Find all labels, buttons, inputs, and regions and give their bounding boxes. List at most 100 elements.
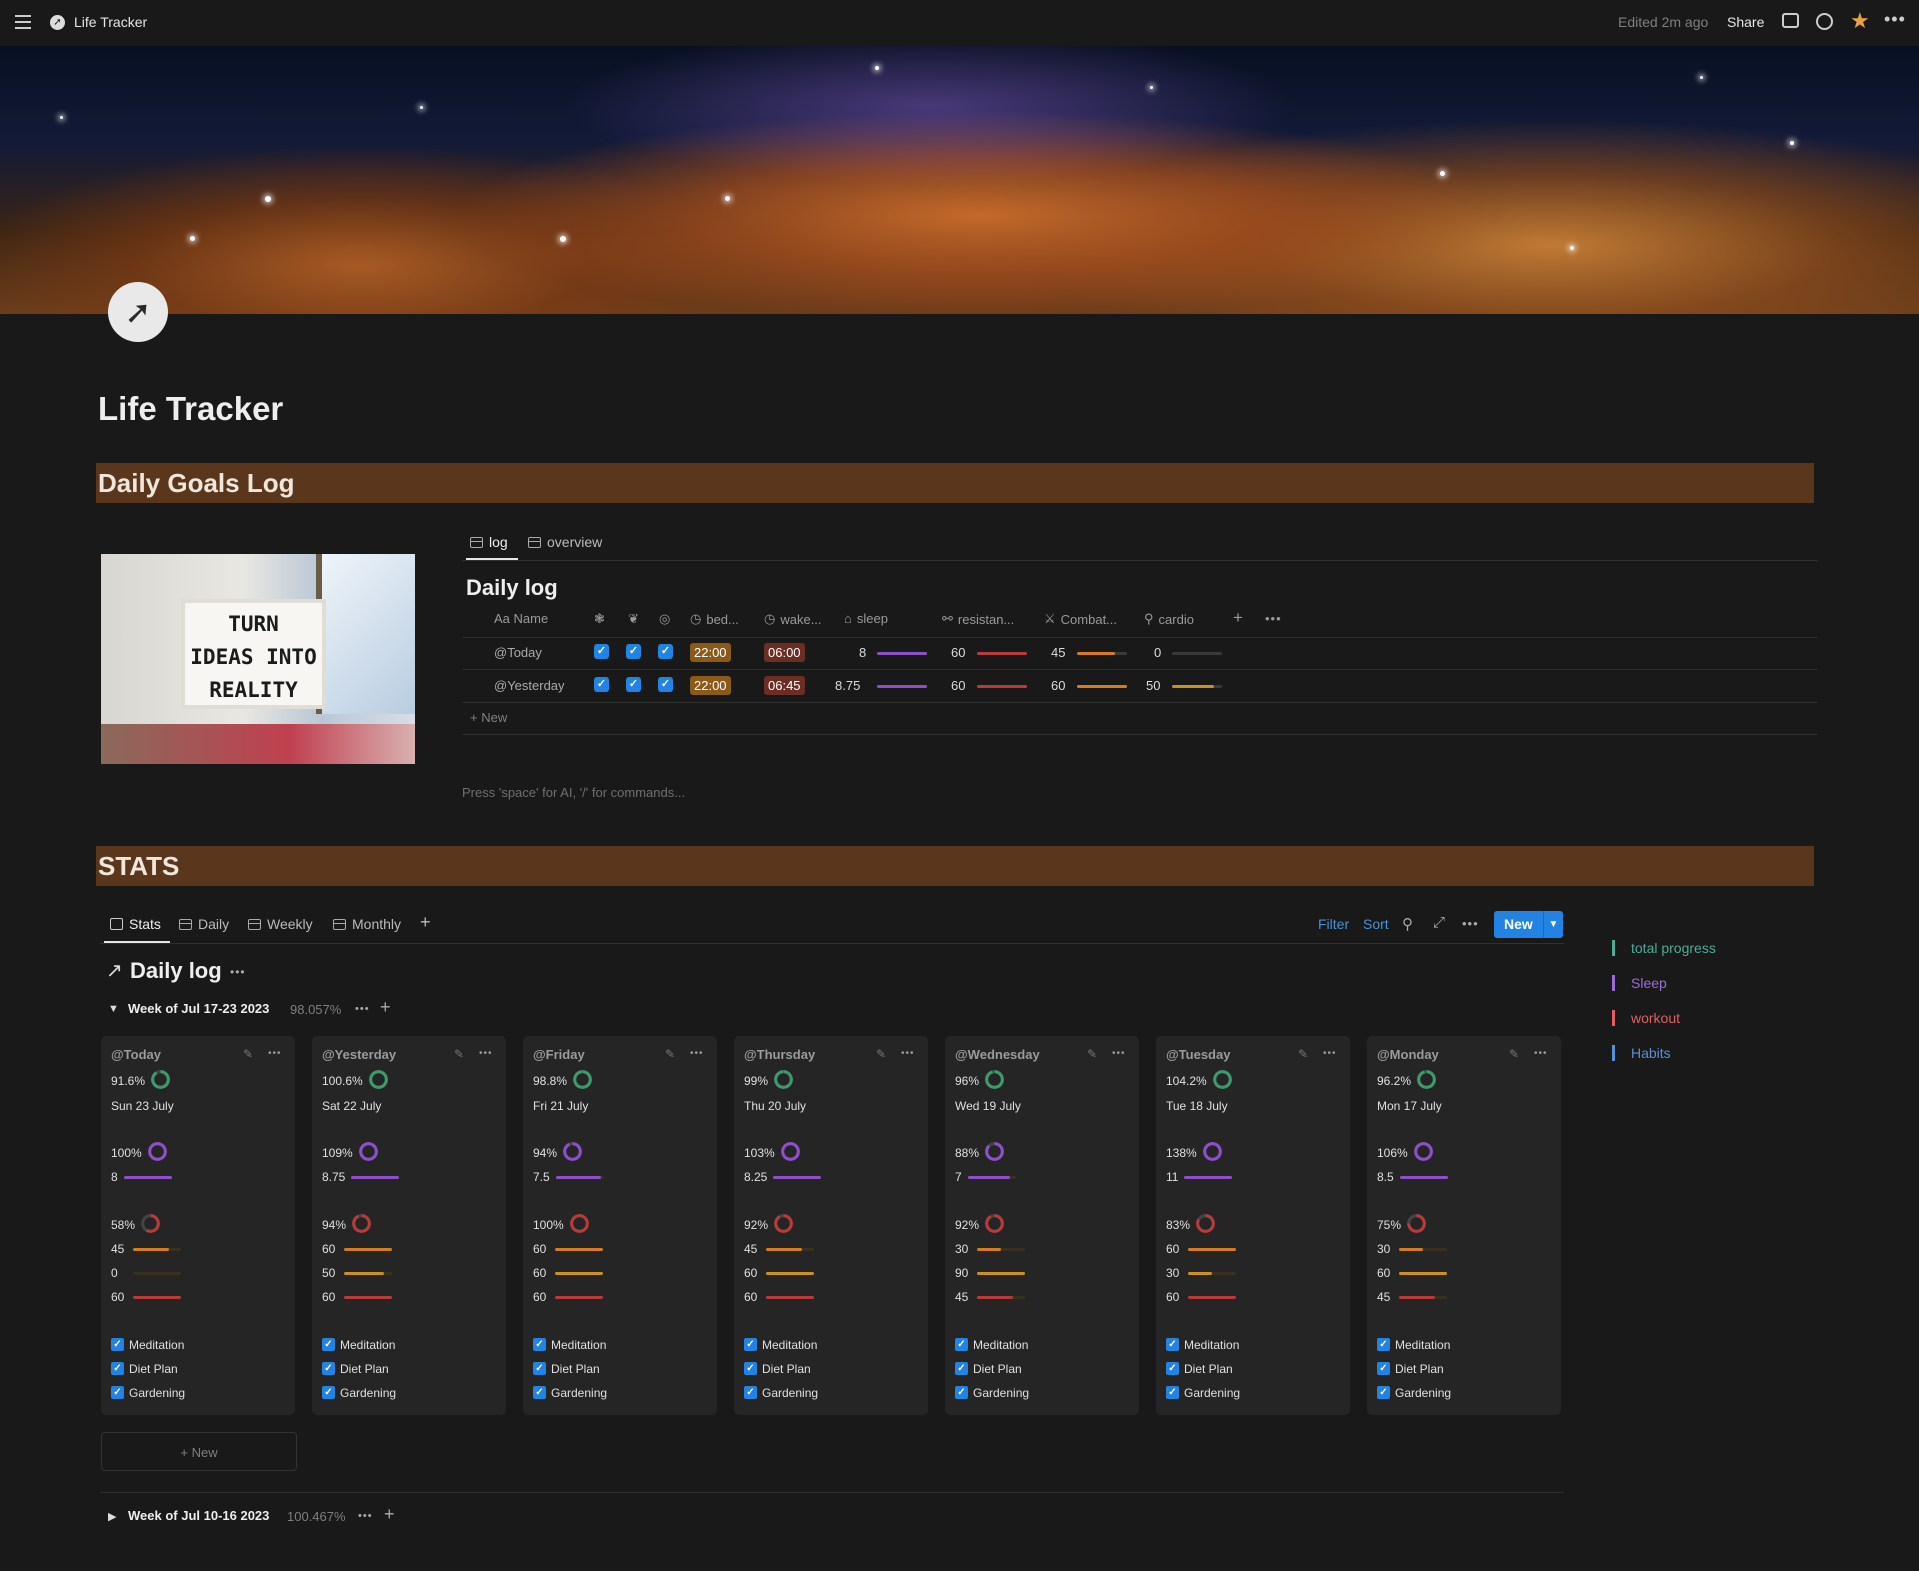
board-card[interactable]: @Friday ✎ ••• 98.8% Fri 21 July 94% 7.5 100% 60 6… bbox=[523, 1036, 717, 1415]
habit-checkbox[interactable]: ✓ bbox=[658, 677, 673, 692]
cardio-value[interactable]: 0 bbox=[1154, 645, 1161, 660]
habit-checkbox[interactable]: ✓ bbox=[955, 1362, 968, 1375]
more-options-icon[interactable]: ••• bbox=[1884, 9, 1906, 30]
board-card[interactable]: @Tuesday ✎ ••• 104.2% Tue 18 July 138% 11 83% 60… bbox=[1156, 1036, 1350, 1415]
daily-log-title[interactable]: Daily log bbox=[466, 575, 558, 601]
column-wake[interactable]: ◷ wake... bbox=[764, 611, 822, 627]
tab-weekly[interactable]: Weekly bbox=[248, 916, 313, 932]
habit-checkbox[interactable]: ✓ bbox=[1166, 1386, 1179, 1399]
edit-icon[interactable]: ✎ bbox=[454, 1047, 464, 1061]
column-cardio[interactable]: ⚲ cardio bbox=[1144, 611, 1194, 627]
habit-checkbox[interactable]: ✓ bbox=[626, 644, 641, 659]
week1-add-icon[interactable]: + bbox=[380, 997, 391, 1018]
edit-icon[interactable]: ✎ bbox=[1298, 1047, 1308, 1061]
card-title[interactable]: @Today bbox=[111, 1047, 161, 1062]
habit-checkbox[interactable]: ✓ bbox=[533, 1386, 546, 1399]
card-more-icon[interactable]: ••• bbox=[1323, 1048, 1337, 1059]
edit-icon[interactable]: ✎ bbox=[243, 1047, 253, 1061]
board-card[interactable]: @Today ✎ ••• 91.6% Sun 23 July 100% 8 58% 45 0 60 ✓… bbox=[101, 1036, 295, 1415]
habit-checkbox[interactable]: ✓ bbox=[594, 677, 609, 692]
card-more-icon[interactable]: ••• bbox=[1112, 1048, 1126, 1059]
habit-checkbox[interactable]: ✓ bbox=[533, 1338, 546, 1351]
week1-toggle-icon[interactable]: ▼ bbox=[108, 1003, 119, 1015]
cardio-value[interactable]: 50 bbox=[1146, 678, 1160, 693]
card-more-icon[interactable]: ••• bbox=[479, 1048, 493, 1059]
week1-label[interactable]: Week of Jul 17-23 2023 bbox=[128, 1001, 269, 1016]
tab-log[interactable]: log bbox=[470, 534, 508, 550]
command-hint[interactable]: Press 'space' for AI, '/' for commands..… bbox=[462, 785, 685, 800]
sort-button[interactable]: Sort bbox=[1363, 916, 1389, 932]
column-meditation-icon[interactable]: ❃ bbox=[594, 611, 605, 627]
toolbar-more-icon[interactable]: ••• bbox=[1462, 916, 1479, 931]
resistance-value[interactable]: 60 bbox=[951, 678, 965, 693]
habit-checkbox[interactable]: ✓ bbox=[744, 1362, 757, 1375]
habit-checkbox[interactable]: ✓ bbox=[594, 644, 609, 659]
habit-checkbox[interactable]: ✓ bbox=[955, 1386, 968, 1399]
resistance-value[interactable]: 60 bbox=[951, 645, 965, 660]
add-view-icon[interactable]: + bbox=[420, 912, 431, 933]
bedtime-value[interactable]: 22:00 bbox=[690, 643, 731, 662]
chevron-down-icon[interactable]: ▼ bbox=[1543, 911, 1563, 938]
column-diet-icon[interactable]: ❦ bbox=[628, 611, 639, 627]
habit-checkbox[interactable]: ✓ bbox=[322, 1362, 335, 1375]
page-icon[interactable]: ➚ bbox=[108, 282, 168, 342]
combat-value[interactable]: 60 bbox=[1051, 678, 1065, 693]
column-more-icon[interactable]: ••• bbox=[1265, 611, 1282, 626]
habit-checkbox[interactable]: ✓ bbox=[111, 1362, 124, 1375]
card-title[interactable]: @Wednesday bbox=[955, 1047, 1040, 1062]
wake-value[interactable]: 06:45 bbox=[764, 676, 805, 695]
tab-monthly[interactable]: Monthly bbox=[333, 916, 401, 932]
board-card[interactable]: @Thursday ✎ ••• 99% Thu 20 July 103% 8.25 92% 45… bbox=[734, 1036, 928, 1415]
habit-checkbox[interactable]: ✓ bbox=[744, 1386, 757, 1399]
tab-daily[interactable]: Daily bbox=[179, 916, 229, 932]
card-title[interactable]: @Yesterday bbox=[322, 1047, 396, 1062]
card-more-icon[interactable]: ••• bbox=[690, 1048, 704, 1059]
add-row-button[interactable]: + New bbox=[470, 710, 507, 725]
column-bed[interactable]: ◷ bed... bbox=[690, 611, 739, 627]
tab-overview[interactable]: overview bbox=[528, 534, 602, 550]
habit-checkbox[interactable]: ✓ bbox=[1377, 1362, 1390, 1375]
new-record-button[interactable]: New ▼ bbox=[1494, 911, 1563, 938]
habit-checkbox[interactable]: ✓ bbox=[533, 1362, 546, 1375]
column-target-icon[interactable]: ◎ bbox=[659, 611, 670, 627]
board-card[interactable]: @Monday ✎ ••• 96.2% Mon 17 July 106% 8.5 75% 30 6… bbox=[1367, 1036, 1561, 1415]
db-title-more-icon[interactable]: ••• bbox=[230, 965, 246, 979]
sleep-value[interactable]: 8 bbox=[859, 645, 866, 660]
habit-checkbox[interactable]: ✓ bbox=[658, 644, 673, 659]
week2-label[interactable]: Week of Jul 10-16 2023 bbox=[128, 1508, 269, 1523]
habit-checkbox[interactable]: ✓ bbox=[955, 1338, 968, 1351]
edit-icon[interactable]: ✎ bbox=[876, 1047, 886, 1061]
board-card[interactable]: @Yesterday ✎ ••• 100.6% Sat 22 July 109% 8.75 9… bbox=[312, 1036, 506, 1415]
search-icon[interactable]: ⚲ bbox=[1402, 915, 1413, 933]
column-resistance[interactable]: ⚯ resistan... bbox=[942, 611, 1014, 627]
expand-icon[interactable]: ⤢ bbox=[1433, 914, 1445, 931]
week2-toggle-icon[interactable]: ▶ bbox=[108, 1510, 116, 1523]
combat-value[interactable]: 45 bbox=[1051, 645, 1065, 660]
habit-checkbox[interactable]: ✓ bbox=[744, 1338, 757, 1351]
add-column-icon[interactable]: + bbox=[1233, 608, 1243, 628]
habit-checkbox[interactable]: ✓ bbox=[322, 1338, 335, 1351]
sleep-value[interactable]: 8.75 bbox=[835, 678, 860, 693]
week1-more-icon[interactable]: ••• bbox=[355, 1003, 370, 1015]
card-more-icon[interactable]: ••• bbox=[901, 1048, 915, 1059]
share-button[interactable]: Share bbox=[1727, 14, 1764, 30]
habit-checkbox[interactable]: ✓ bbox=[1166, 1362, 1179, 1375]
tab-stats[interactable]: Stats bbox=[110, 916, 161, 932]
edit-icon[interactable]: ✎ bbox=[665, 1047, 675, 1061]
week2-more-icon[interactable]: ••• bbox=[358, 1510, 373, 1522]
habit-checkbox[interactable]: ✓ bbox=[111, 1338, 124, 1351]
add-card-button[interactable]: + New bbox=[101, 1432, 297, 1471]
habit-checkbox[interactable]: ✓ bbox=[1377, 1338, 1390, 1351]
edit-icon[interactable]: ✎ bbox=[1509, 1047, 1519, 1061]
menu-icon[interactable] bbox=[15, 14, 31, 29]
column-sleep[interactable]: ⌂ sleep bbox=[844, 611, 888, 626]
stats-db-title[interactable]: Daily log bbox=[130, 958, 222, 984]
card-title[interactable]: @Friday bbox=[533, 1047, 585, 1062]
filter-button[interactable]: Filter bbox=[1318, 916, 1349, 932]
card-title[interactable]: @Tuesday bbox=[1166, 1047, 1230, 1062]
favorite-star-icon[interactable]: ★ bbox=[1850, 8, 1870, 34]
edit-icon[interactable]: ✎ bbox=[1087, 1047, 1097, 1061]
board-card[interactable]: @Wednesday ✎ ••• 96% Wed 19 July 88% 7 92% 30 90 4… bbox=[945, 1036, 1139, 1415]
comment-icon[interactable] bbox=[1782, 13, 1799, 28]
week2-add-icon[interactable]: + bbox=[384, 1504, 395, 1525]
